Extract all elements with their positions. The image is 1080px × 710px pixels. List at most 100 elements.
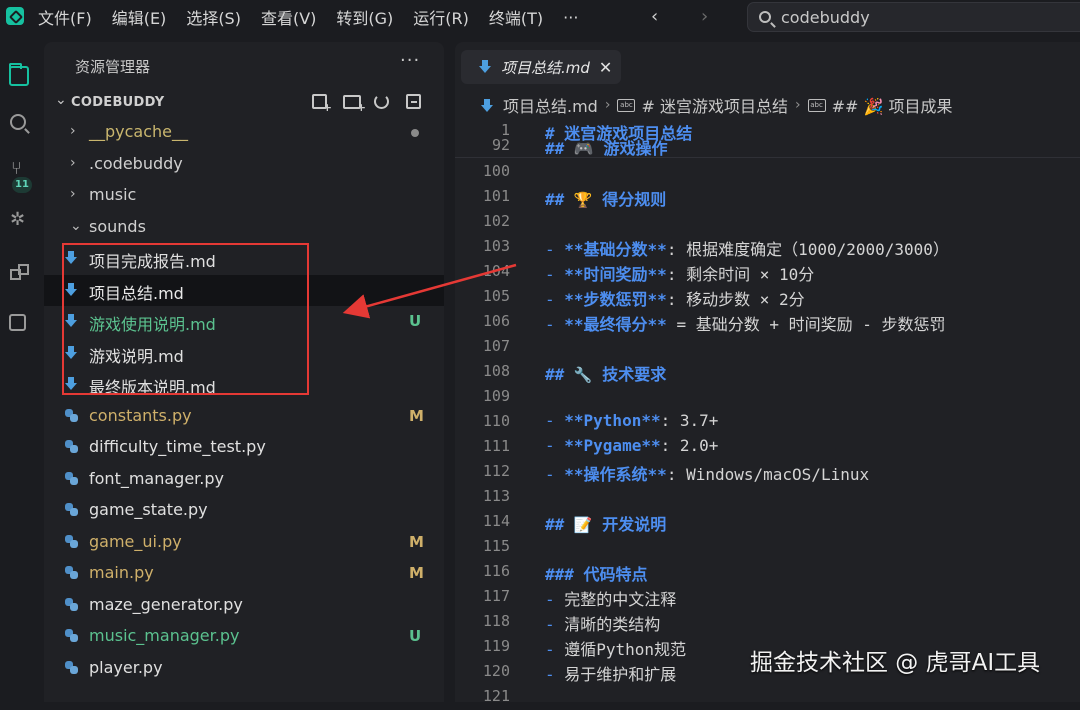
code-line[interactable]: 114 ## 📝 开发说明	[455, 510, 1080, 535]
tree-file[interactable]: constants.py M	[44, 401, 444, 433]
tree-file[interactable]: maze_generator.py	[44, 590, 444, 622]
code-token: -	[545, 265, 565, 284]
close-icon[interactable]: ✕	[599, 58, 612, 77]
line-number: 110	[482, 412, 510, 430]
tree-file[interactable]: 最终版本说明.md	[44, 369, 444, 401]
more-actions-icon[interactable]: ···	[400, 50, 420, 71]
code-lines[interactable]: 100 101 ## 🏆 得分规则 102 103 - **基础分数**: 根据难度确定（…	[455, 160, 1080, 710]
code-line[interactable]: 118 - 清晰的类结构	[455, 610, 1080, 635]
line-number: 103	[482, 237, 510, 255]
box-icon[interactable]	[9, 314, 26, 331]
debug-icon[interactable]	[9, 209, 29, 232]
editor-tab[interactable]: 项目总结.md ✕	[461, 50, 621, 84]
code-line[interactable]: 113	[455, 485, 1080, 510]
tree-item-label: main.py	[89, 563, 154, 582]
sticky-header-line[interactable]: 92 ## 🎮 游戏操作	[455, 134, 1080, 157]
tree-file[interactable]: main.py M	[44, 558, 444, 590]
explorer-files-icon[interactable]	[9, 63, 29, 86]
code-token: **操作系统**	[564, 465, 667, 484]
code-line[interactable]: 106 - **最终得分** = 基础分数 + 时间奖励 - 步数惩罚	[455, 310, 1080, 335]
nav-back-icon[interactable]: ‹	[651, 6, 658, 27]
tree-folder[interactable]: › .codebuddy	[44, 149, 444, 181]
line-number: 107	[482, 337, 510, 355]
code-token: 开发说明	[592, 515, 667, 534]
tree-folder[interactable]: ⌄ sounds	[44, 212, 444, 244]
tree-file[interactable]: 游戏使用说明.md U	[44, 306, 444, 338]
code-line[interactable]: 108 ## 🔧 技术要求	[455, 360, 1080, 385]
tree-folder[interactable]: › __pycache__	[44, 117, 444, 149]
menu-item[interactable]: 运行(R)	[413, 5, 469, 29]
code-token: 完整的中文注释	[564, 590, 677, 609]
code-line[interactable]: 115	[455, 535, 1080, 560]
workspace-root[interactable]: ⌄ CODEBUDDY	[44, 90, 444, 116]
command-search-box[interactable]: codebuddy	[747, 2, 1080, 32]
menu-item[interactable]: 编辑(E)	[112, 5, 167, 29]
code-line[interactable]: 110 - **Python**: 3.7+	[455, 410, 1080, 435]
tree-item-label: 项目完成报告.md	[89, 252, 216, 271]
menu-item[interactable]: 终端(T)	[489, 5, 543, 29]
tree-item-label: maze_generator.py	[89, 594, 243, 614]
tree-file[interactable]: player.py	[44, 653, 444, 685]
new-folder-icon[interactable]	[343, 95, 366, 114]
tree-folder[interactable]: › music	[44, 180, 444, 212]
code-line[interactable]: 104 - **时间奖励**: 剩余时间 × 10分	[455, 260, 1080, 285]
code-line[interactable]: 103 - **基础分数**: 根据难度确定（1000/2000/3000）	[455, 235, 1080, 260]
extensions-icon[interactable]	[9, 264, 29, 284]
code-line[interactable]: 107	[455, 335, 1080, 360]
menu-item[interactable]: 查看(V)	[261, 5, 316, 29]
app-logo-icon[interactable]	[6, 7, 24, 25]
python-file-icon	[65, 597, 79, 612]
file-tree: › __pycache__ › .codebuddy › music ⌄ sounds 项目完成…	[44, 117, 444, 684]
search-icon	[759, 11, 771, 23]
nav-forward-icon[interactable]: ›	[701, 6, 708, 27]
code-line[interactable]: 111 - **Pygame**: 2.0+	[455, 435, 1080, 460]
code-line[interactable]: 112 - **操作系统**: Windows/macOS/Linux	[455, 460, 1080, 485]
line-text: - **操作系统**: Windows/macOS/Linux	[545, 461, 869, 485]
tree-file[interactable]: 项目完成报告.md	[44, 243, 444, 275]
tree-file[interactable]: game_ui.py M	[44, 527, 444, 559]
tree-file[interactable]: 项目总结.md	[44, 274, 444, 306]
new-file-icon[interactable]	[312, 94, 332, 114]
collapse-all-icon[interactable]	[406, 94, 421, 109]
tree-item-label: 项目总结.md	[89, 283, 184, 303]
line-number: 108	[482, 362, 510, 380]
explorer-sidebar: 资源管理器 ··· ⌄ CODEBUDDY › __pycache__ › .code…	[44, 42, 444, 702]
menu-item[interactable]: 选择(S)	[186, 5, 241, 29]
search-text: codebuddy	[781, 7, 870, 27]
breadcrumb-item[interactable]: ## 🎉 项目成果	[832, 93, 953, 117]
line-text: - **最终得分** = 基础分数 + 时间奖励 - 步数惩罚	[545, 311, 946, 335]
code-line[interactable]: 109	[455, 385, 1080, 410]
code-line[interactable]: 102	[455, 210, 1080, 235]
line-number: 115	[482, 537, 510, 555]
menu-item[interactable]: 转到(G)	[336, 5, 393, 29]
search-icon[interactable]	[10, 114, 26, 130]
tree-file[interactable]: game_state.py	[44, 495, 444, 527]
sticky-scroll-headers[interactable]: 1 # 迷宫游戏项目总结 92 ## 🎮 游戏操作	[455, 119, 1080, 158]
tree-file[interactable]: music_manager.py U	[44, 621, 444, 653]
code-line[interactable]: 105 - **步数惩罚**: 移动步数 × 2分	[455, 285, 1080, 310]
python-file-icon	[65, 503, 79, 517]
code-line[interactable]: 101 ## 🏆 得分规则	[455, 185, 1080, 210]
code-token: ##	[545, 515, 574, 534]
line-text: - 易于维护和扩展	[545, 661, 676, 685]
code-line[interactable]: 121	[455, 685, 1080, 710]
tree-file[interactable]: 游戏说明.md	[44, 338, 444, 370]
python-file-icon	[65, 408, 79, 423]
code-token: **基础分数**	[564, 240, 667, 259]
code-line[interactable]: 116 ### 代码特点	[455, 560, 1080, 585]
tab-label: 项目总结.md	[501, 58, 590, 77]
menu-item[interactable]: 文件(F)	[38, 5, 92, 29]
tree-file[interactable]: difficulty_time_test.py	[44, 432, 444, 464]
breadcrumb-item[interactable]: 项目总结.md	[503, 93, 598, 117]
tree-item-label: constants.py	[89, 405, 192, 425]
source-control-badge: 11	[12, 177, 32, 193]
tree-file[interactable]: font_manager.py	[44, 464, 444, 496]
menu-item[interactable]: ···	[563, 8, 578, 27]
line-number: 92	[491, 136, 510, 154]
breadcrumb-item[interactable]: # 迷宫游戏项目总结	[641, 93, 788, 117]
code-line[interactable]: 117 - 完整的中文注释	[455, 585, 1080, 610]
tree-item-label: __pycache__	[89, 122, 189, 141]
refresh-icon[interactable]	[374, 94, 389, 109]
code-token: : 根据难度确定（1000/2000/3000）	[666, 240, 949, 259]
code-line[interactable]: 100	[455, 160, 1080, 185]
